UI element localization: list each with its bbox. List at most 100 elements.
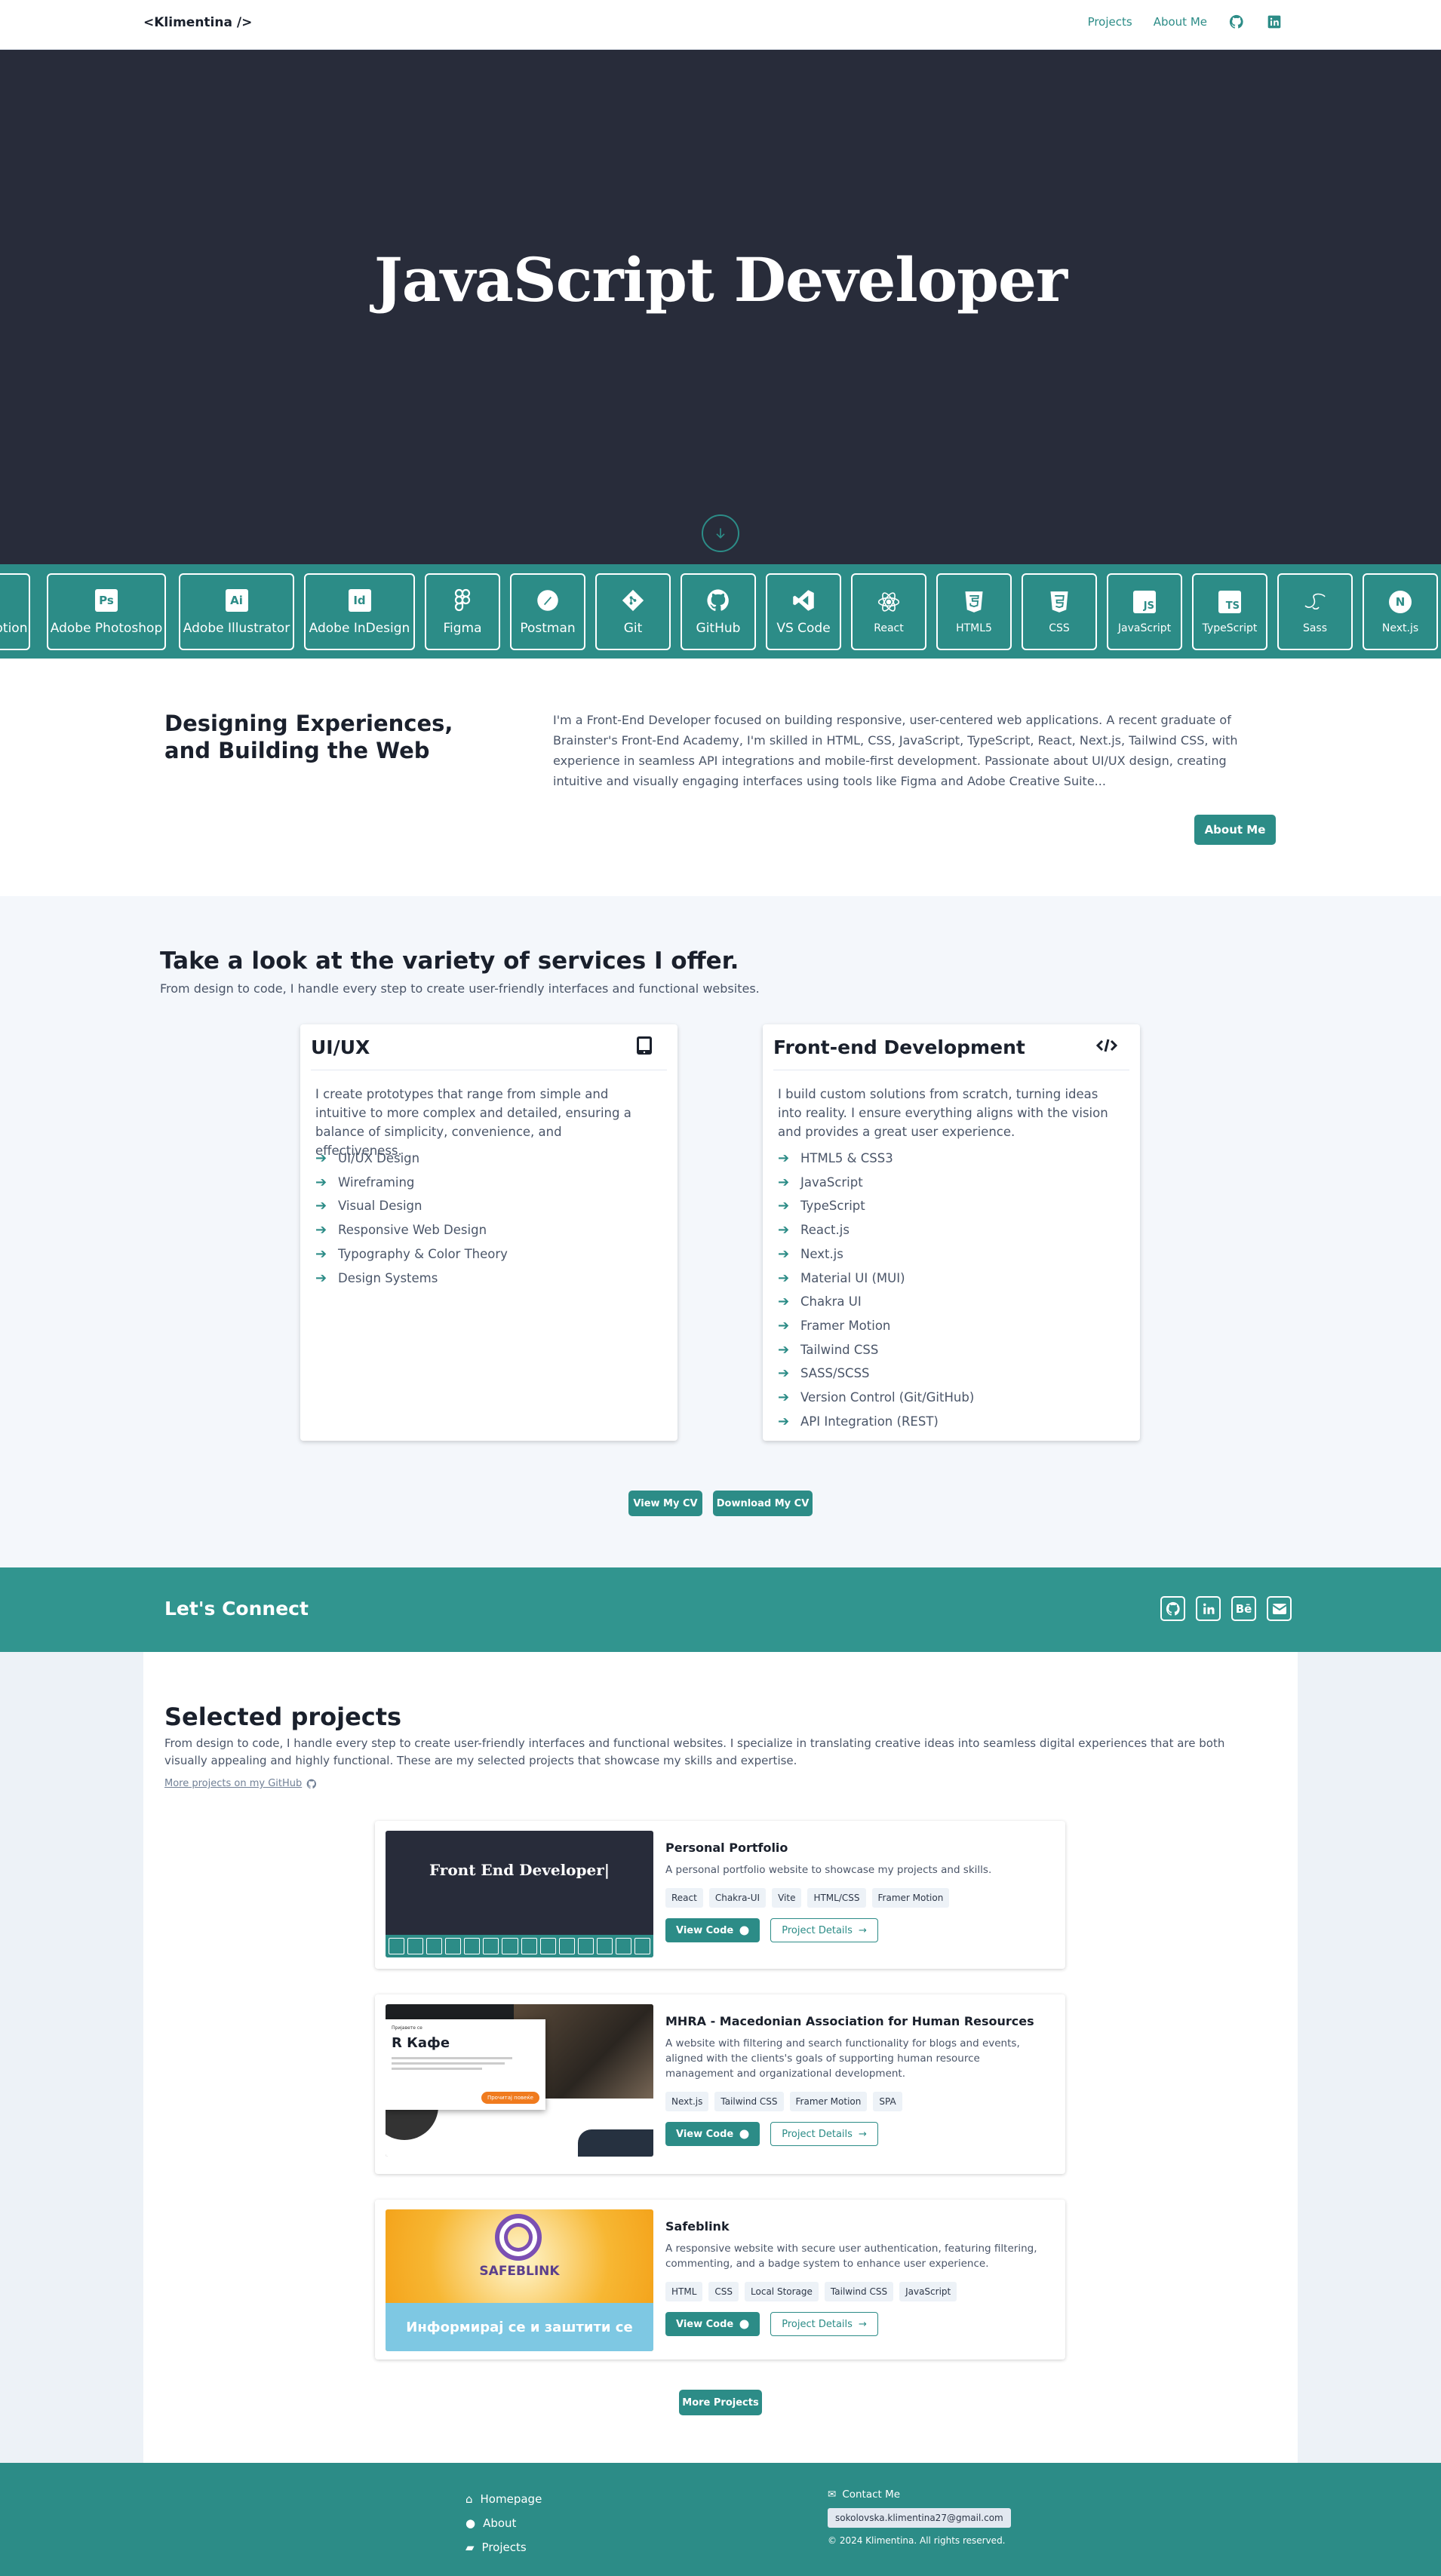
email-address[interactable]: sokolovska.klimentina27@gmail.com bbox=[828, 2508, 1011, 2528]
list-item: ➔ React.js bbox=[778, 1218, 974, 1242]
tool-label: HTML5 bbox=[956, 622, 992, 634]
folder-icon: ▰ bbox=[465, 2541, 475, 2554]
view-code-button[interactable]: View Code bbox=[665, 2312, 760, 2336]
project-title: MHRA - Macedonian Association for Human … bbox=[665, 2014, 1034, 2028]
behance-icon[interactable]: Bē bbox=[1231, 1596, 1256, 1621]
arrow-right-icon: ➔ bbox=[778, 1270, 790, 1286]
linkedin-icon[interactable] bbox=[1266, 14, 1283, 30]
github-icon[interactable] bbox=[1160, 1596, 1185, 1621]
tag: Framer Motion bbox=[789, 2092, 868, 2111]
list-item: ➔ API Integration (REST) bbox=[778, 1410, 974, 1434]
intro-text: I'm a Front-End Developer focused on bui… bbox=[553, 713, 1238, 788]
view-code-button[interactable]: View Code bbox=[665, 1918, 760, 1942]
project-title: Safeblink bbox=[665, 2219, 730, 2234]
mail-icon[interactable] bbox=[1267, 1596, 1292, 1621]
list-item: ➔ Design Systems bbox=[315, 1267, 508, 1291]
thumbnail-small-text: Пријавете се bbox=[392, 2025, 422, 2031]
postman-icon bbox=[535, 588, 561, 613]
list-item-label: Tailwind CSS bbox=[800, 1342, 879, 1357]
tool-label: Adobe Illustrator bbox=[183, 621, 290, 636]
about-me-button[interactable]: About Me bbox=[1194, 815, 1276, 845]
project-thumbnail[interactable]: SAFEBLINK Информирај се и заштити се bbox=[386, 2209, 653, 2351]
list-item-label: Typography & Color Theory bbox=[338, 1246, 508, 1261]
github-icon bbox=[705, 588, 731, 613]
list-item: ➔ Chakra UI bbox=[778, 1290, 974, 1314]
project-actions: View Code Project Details → bbox=[665, 2122, 1050, 2146]
site-logo[interactable]: <Klimentina /> bbox=[143, 15, 252, 30]
view-code-button[interactable]: View Code bbox=[665, 2122, 760, 2146]
footer-link-about[interactable]: ● About bbox=[465, 2511, 542, 2535]
project-description: A website with filtering and search func… bbox=[665, 2037, 1020, 2080]
arrow-right-icon: ➔ bbox=[778, 1341, 790, 1358]
scroll-down-button[interactable] bbox=[702, 514, 739, 552]
list-item-label: Wireframing bbox=[338, 1174, 415, 1190]
footer-link-projects[interactable]: ▰ Projects bbox=[465, 2535, 542, 2559]
arrow-right-icon: ➔ bbox=[778, 1317, 790, 1334]
project-card-safeblink: SAFEBLINK Информирај се и заштити се Saf… bbox=[375, 2200, 1065, 2360]
services-subtitle: From design to code, I handle every step… bbox=[160, 981, 760, 996]
list-item: ➔ Typography & Color Theory bbox=[315, 1242, 508, 1267]
arrow-right-icon: ➔ bbox=[778, 1222, 790, 1239]
intro-heading: Designing Experiences, and Building the … bbox=[164, 711, 453, 763]
thumbnail-tool-strip bbox=[386, 1935, 653, 1957]
project-info: Safeblink A responsive website with secu… bbox=[665, 2219, 1050, 2336]
nav-link-projects[interactable]: Projects bbox=[1088, 15, 1132, 29]
more-projects-button[interactable]: More Projects bbox=[679, 2390, 762, 2415]
arrow-right-icon: → bbox=[858, 2128, 867, 2140]
footer-link-homepage[interactable]: ⌂ Homepage bbox=[465, 2487, 542, 2511]
footer: ⌂ Homepage ● About ▰ Projects ✉ Contact Me s… bbox=[0, 2463, 1441, 2576]
html5-icon bbox=[961, 589, 987, 615]
sass-icon bbox=[1302, 589, 1328, 615]
arrow-right-icon: ➔ bbox=[315, 1150, 327, 1166]
services-section: Take a look at the variety of services I… bbox=[0, 896, 1441, 1567]
arrow-right-icon: ➔ bbox=[315, 1174, 327, 1190]
tool-label: Figma bbox=[443, 621, 482, 636]
tag: Tailwind CSS bbox=[824, 2282, 894, 2301]
list-item: ➔ JavaScript bbox=[778, 1171, 974, 1195]
service-card-frontend: Front-end Development I build custom sol… bbox=[763, 1024, 1140, 1441]
arrow-right-icon: ➔ bbox=[778, 1389, 790, 1406]
tool-label: TypeScript bbox=[1202, 622, 1258, 634]
nav-link-about[interactable]: About Me bbox=[1154, 15, 1207, 29]
project-details-button[interactable]: Project Details → bbox=[770, 1918, 878, 1942]
arrow-right-icon: ➔ bbox=[315, 1270, 327, 1286]
project-thumbnail[interactable]: Front End Developer| bbox=[386, 1831, 653, 1957]
hero-title: JavaScript Developer bbox=[373, 244, 1068, 315]
arrow-right-icon: ➔ bbox=[778, 1294, 790, 1310]
service-card-uiux: UI/UX I create prototypes that range fro… bbox=[300, 1024, 677, 1441]
download-cv-button[interactable]: Download My CV bbox=[713, 1491, 813, 1516]
list-item-label: Version Control (Git/GitHub) bbox=[800, 1390, 975, 1405]
more-projects-github-link[interactable]: More projects on my GitHub bbox=[164, 1778, 317, 1789]
arrow-right-icon: → bbox=[858, 1924, 867, 1936]
project-details-button[interactable]: Project Details → bbox=[770, 2122, 878, 2146]
view-cv-button[interactable]: View My CV bbox=[628, 1491, 702, 1516]
arrow-right-icon: ➔ bbox=[778, 1198, 790, 1214]
arrow-right-icon: ➔ bbox=[315, 1245, 327, 1262]
home-icon: ⌂ bbox=[465, 2492, 473, 2506]
list-item-label: Next.js bbox=[800, 1246, 843, 1261]
tool-label: Sass bbox=[1302, 622, 1328, 634]
arrow-down-icon bbox=[716, 528, 725, 539]
linkedin-icon[interactable] bbox=[1196, 1596, 1221, 1621]
list-item: ➔ Wireframing bbox=[315, 1171, 508, 1195]
tool-label: Postman bbox=[520, 621, 576, 636]
github-icon[interactable] bbox=[1228, 14, 1245, 30]
safeblink-logo-icon bbox=[495, 2214, 542, 2261]
tool-label: Git bbox=[623, 621, 643, 636]
button-label: Project Details bbox=[782, 2318, 853, 2330]
service-card-title: UI/UX bbox=[311, 1036, 370, 1058]
tag: HTML/CSS bbox=[807, 1888, 866, 1908]
project-details-button[interactable]: Project Details → bbox=[770, 2312, 878, 2336]
list-item-label: Visual Design bbox=[338, 1199, 422, 1214]
list-item: ➔ Material UI (MUI) bbox=[778, 1267, 974, 1291]
connect-banner: Let's Connect Bē bbox=[0, 1567, 1441, 1652]
tag: CSS bbox=[708, 2282, 739, 2301]
project-thumbnail[interactable]: Пријавете се R Кафе Прочитај повеќе bbox=[386, 2004, 653, 2157]
project-description: A personal portfolio website to showcase… bbox=[665, 1864, 992, 1876]
thumbnail-banner: Информирај се и заштити се bbox=[386, 2303, 653, 2351]
service-card-description: I build custom solutions from scratch, t… bbox=[778, 1087, 1108, 1139]
arrow-right-icon: ➔ bbox=[315, 1198, 327, 1214]
tool-javascript: JS JavaScript bbox=[1107, 573, 1182, 650]
tool-typescript: TS TypeScript bbox=[1192, 573, 1267, 650]
link-label: Projects bbox=[481, 2541, 527, 2554]
